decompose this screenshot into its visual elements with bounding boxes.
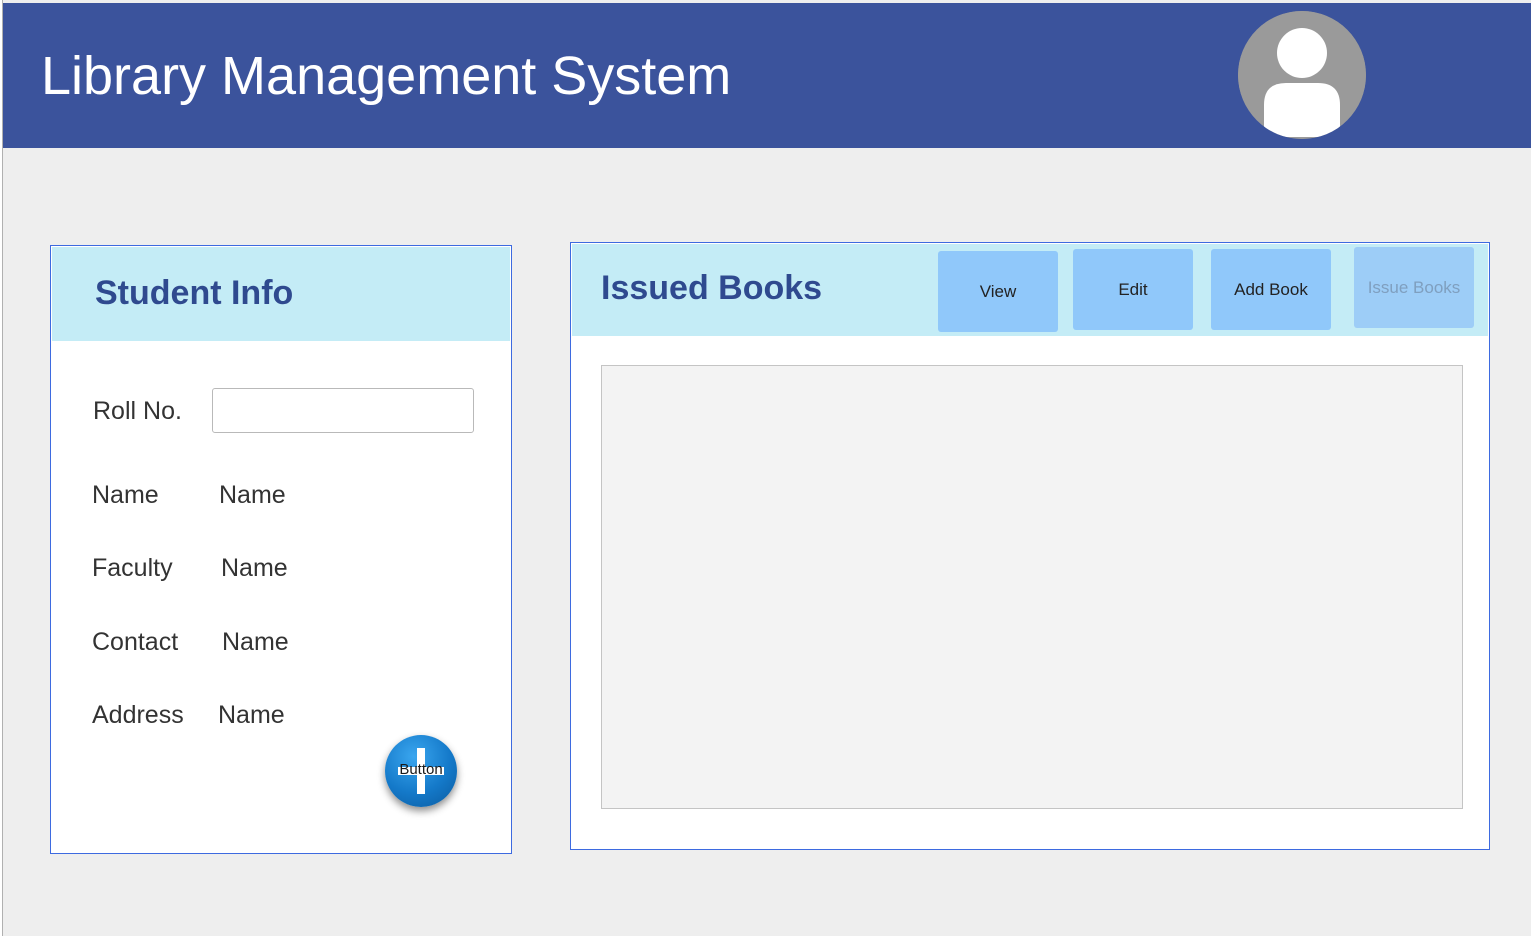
issued-books-header: Issued Books View Edit Add Book Issue Bo… bbox=[572, 244, 1488, 336]
view-button[interactable]: View bbox=[938, 251, 1058, 332]
name-value: Name bbox=[219, 481, 286, 509]
faculty-label: Faculty bbox=[92, 554, 173, 582]
issue-books-button[interactable]: Issue Books bbox=[1354, 247, 1474, 328]
student-info-header: Student Info bbox=[52, 247, 510, 341]
roll-no-input[interactable] bbox=[212, 388, 474, 433]
issued-books-list[interactable] bbox=[601, 365, 1463, 809]
name-label: Name bbox=[92, 481, 159, 509]
student-info-panel: Student Info Roll No. Name Name Faculty … bbox=[50, 245, 512, 854]
roll-no-label: Roll No. bbox=[93, 397, 182, 425]
faculty-value: Name bbox=[221, 554, 288, 582]
user-avatar-icon[interactable] bbox=[1238, 11, 1366, 139]
add-button[interactable]: Button bbox=[385, 735, 457, 807]
address-label: Address bbox=[92, 701, 184, 729]
issued-books-panel: Issued Books View Edit Add Book Issue Bo… bbox=[570, 242, 1490, 850]
add-button-label: Button bbox=[399, 761, 443, 778]
student-info-title: Student Info bbox=[95, 274, 294, 312]
edit-button[interactable]: Edit bbox=[1073, 249, 1193, 330]
address-value: Name bbox=[218, 701, 285, 729]
app-title: Library Management System bbox=[41, 46, 732, 106]
app-header: Library Management System bbox=[3, 3, 1531, 148]
contact-label: Contact bbox=[92, 628, 179, 656]
add-book-button[interactable]: Add Book bbox=[1211, 249, 1331, 330]
contact-value: Name bbox=[222, 628, 289, 656]
issued-books-title: Issued Books bbox=[601, 269, 823, 307]
